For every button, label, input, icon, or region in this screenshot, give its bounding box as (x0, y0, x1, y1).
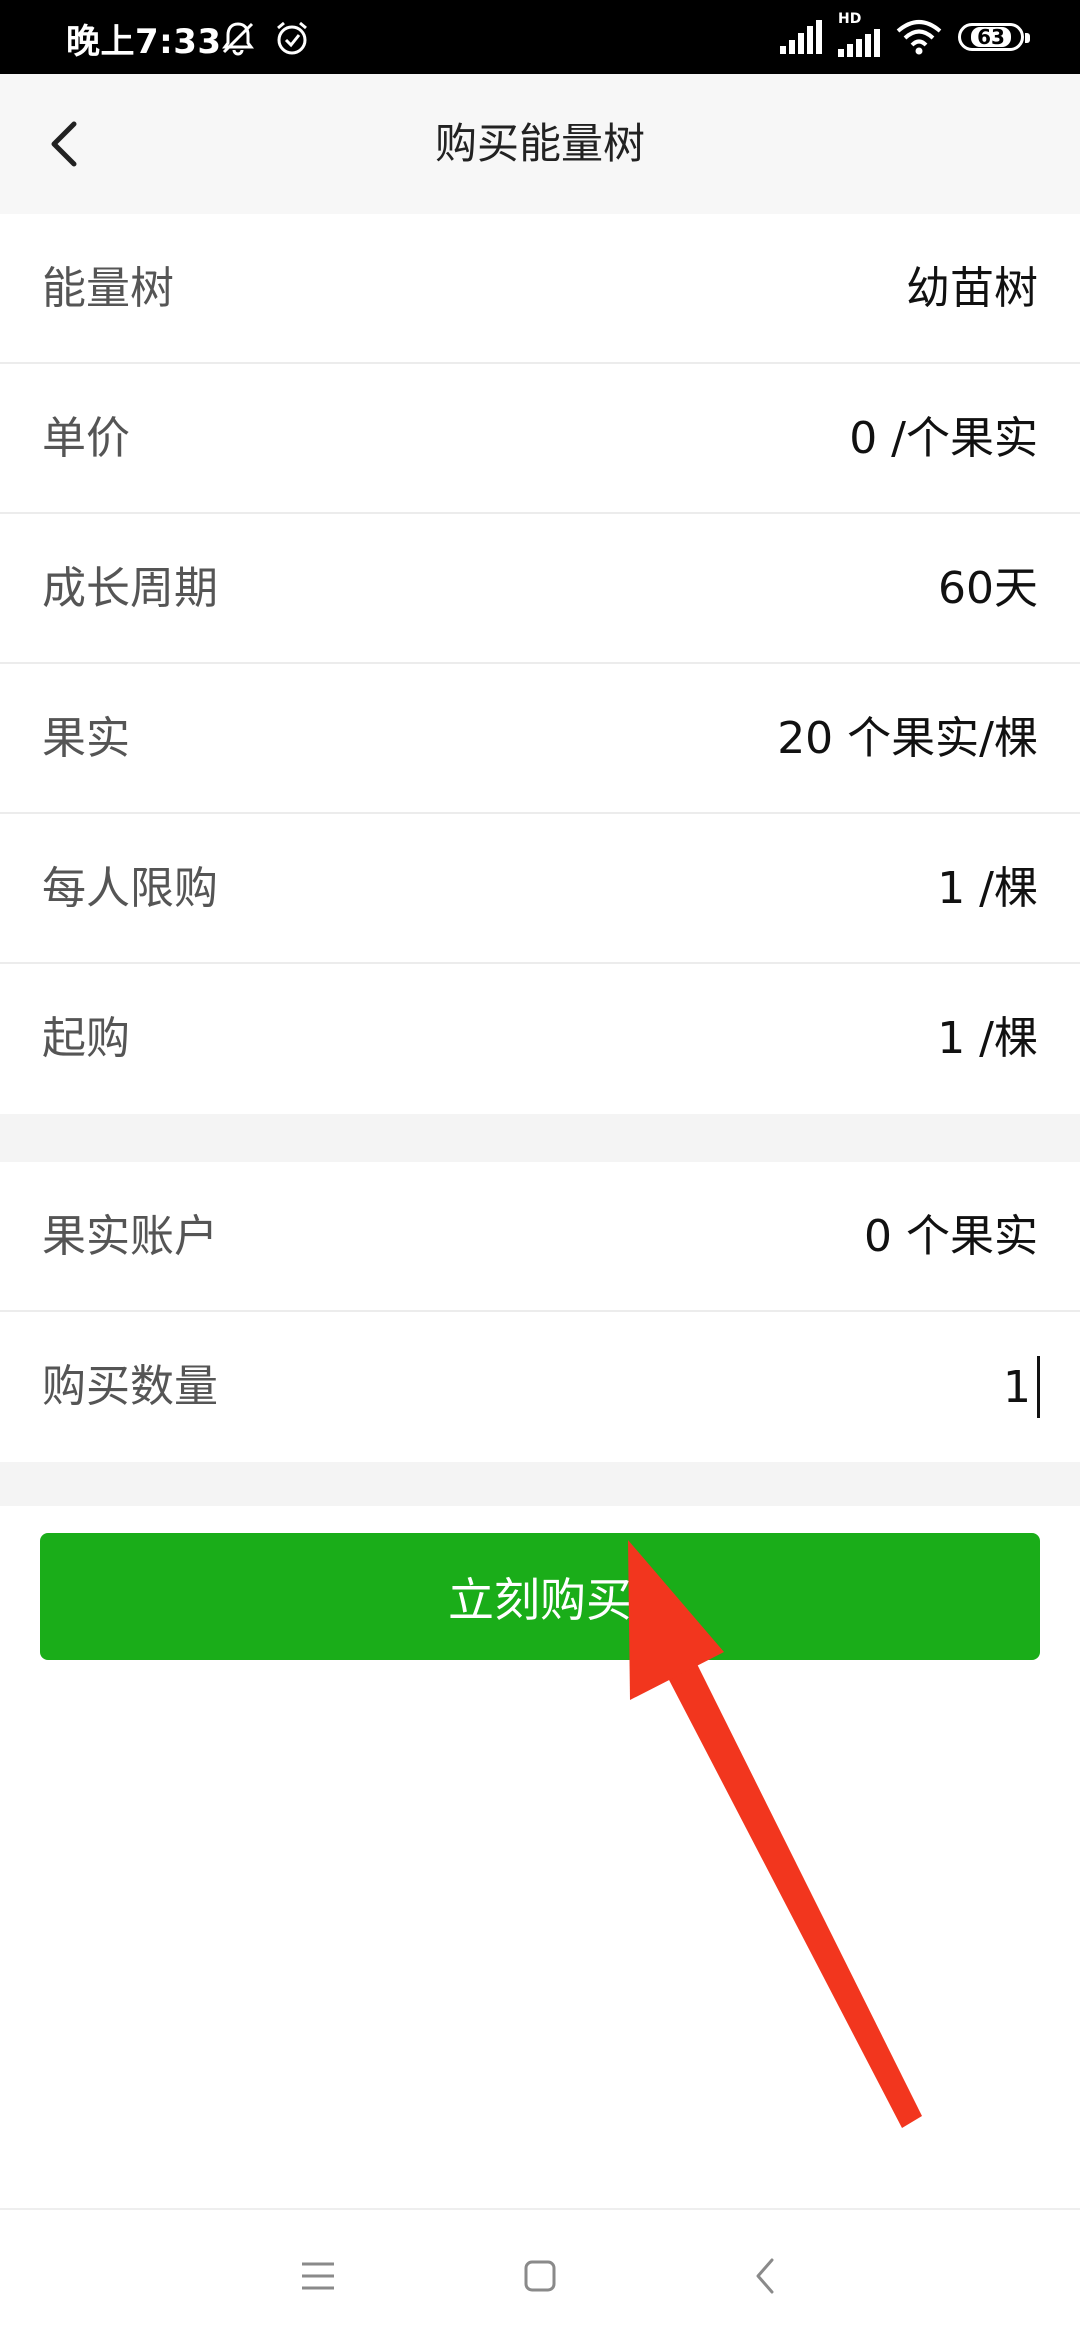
row-value: 60天 (938, 563, 1038, 614)
buy-now-button[interactable]: 立刻购买 (40, 1533, 1040, 1660)
row-minimum-purchase: 起购 1 /棵 (0, 964, 1080, 1114)
row-value: 幼苗树 (906, 263, 1038, 314)
row-label: 果实账户 (42, 1211, 218, 1262)
row-value: 0 个果实 (864, 1211, 1038, 1262)
battery-level: 63 (971, 27, 1011, 47)
row-fruit: 果实 20 个果实/棵 (0, 664, 1080, 814)
status-right-icons: HD 63 (780, 11, 1030, 60)
annotation-arrow-shaft (668, 1662, 922, 2128)
status-bar: 晚上7:33 HD 63 (0, 0, 1080, 74)
system-nav-bar (0, 2208, 1080, 2342)
section-divider (0, 1114, 1080, 1162)
row-value: 1 /棵 (937, 1013, 1038, 1064)
battery-icon: 63 (958, 23, 1030, 51)
row-label: 起购 (42, 1013, 130, 1064)
row-label: 能量树 (42, 263, 174, 314)
row-label: 果实 (42, 713, 130, 764)
hd-label: HD (838, 11, 862, 27)
nav-bar: 购买能量树 (0, 74, 1080, 214)
row-label: 购买数量 (42, 1361, 218, 1412)
menu-icon[interactable] (288, 2246, 348, 2306)
row-value: 20 个果实/棵 (777, 713, 1038, 764)
row-unit-price: 单价 0 /个果实 (0, 364, 1080, 514)
hd-signal: HD (838, 11, 880, 57)
row-value: 1 /棵 (937, 863, 1038, 914)
row-purchase-quantity: 购买数量 (0, 1312, 1080, 1462)
quantity-input[interactable] (540, 1356, 1040, 1418)
home-icon[interactable] (510, 2246, 570, 2306)
row-growth-cycle: 成长周期 60天 (0, 514, 1080, 664)
section-divider (0, 1462, 1080, 1506)
row-label: 每人限购 (42, 863, 218, 914)
tree-info-list: 能量树 幼苗树 单价 0 /个果实 成长周期 60天 果实 20 个果实/棵 每… (0, 214, 1080, 1114)
status-left-icons (218, 16, 312, 60)
back-icon[interactable] (736, 2246, 796, 2306)
row-label: 单价 (42, 413, 130, 464)
row-label: 成长周期 (42, 563, 218, 614)
row-fruit-account: 果实账户 0 个果实 (0, 1162, 1080, 1312)
row-value: 0 /个果实 (849, 413, 1038, 464)
alarm-icon (277, 21, 307, 55)
page-title: 购买能量树 (434, 119, 645, 168)
row-purchase-limit: 每人限购 1 /棵 (0, 814, 1080, 964)
bell-off-icon (222, 22, 254, 56)
wifi-icon (896, 20, 942, 55)
status-time: 晚上7:33 (66, 22, 222, 62)
row-energy-tree: 能量树 幼苗树 (0, 214, 1080, 364)
signal-icon (780, 20, 822, 54)
signal-icon (838, 29, 880, 57)
purchase-form: 果实账户 0 个果实 购买数量 (0, 1162, 1080, 1462)
